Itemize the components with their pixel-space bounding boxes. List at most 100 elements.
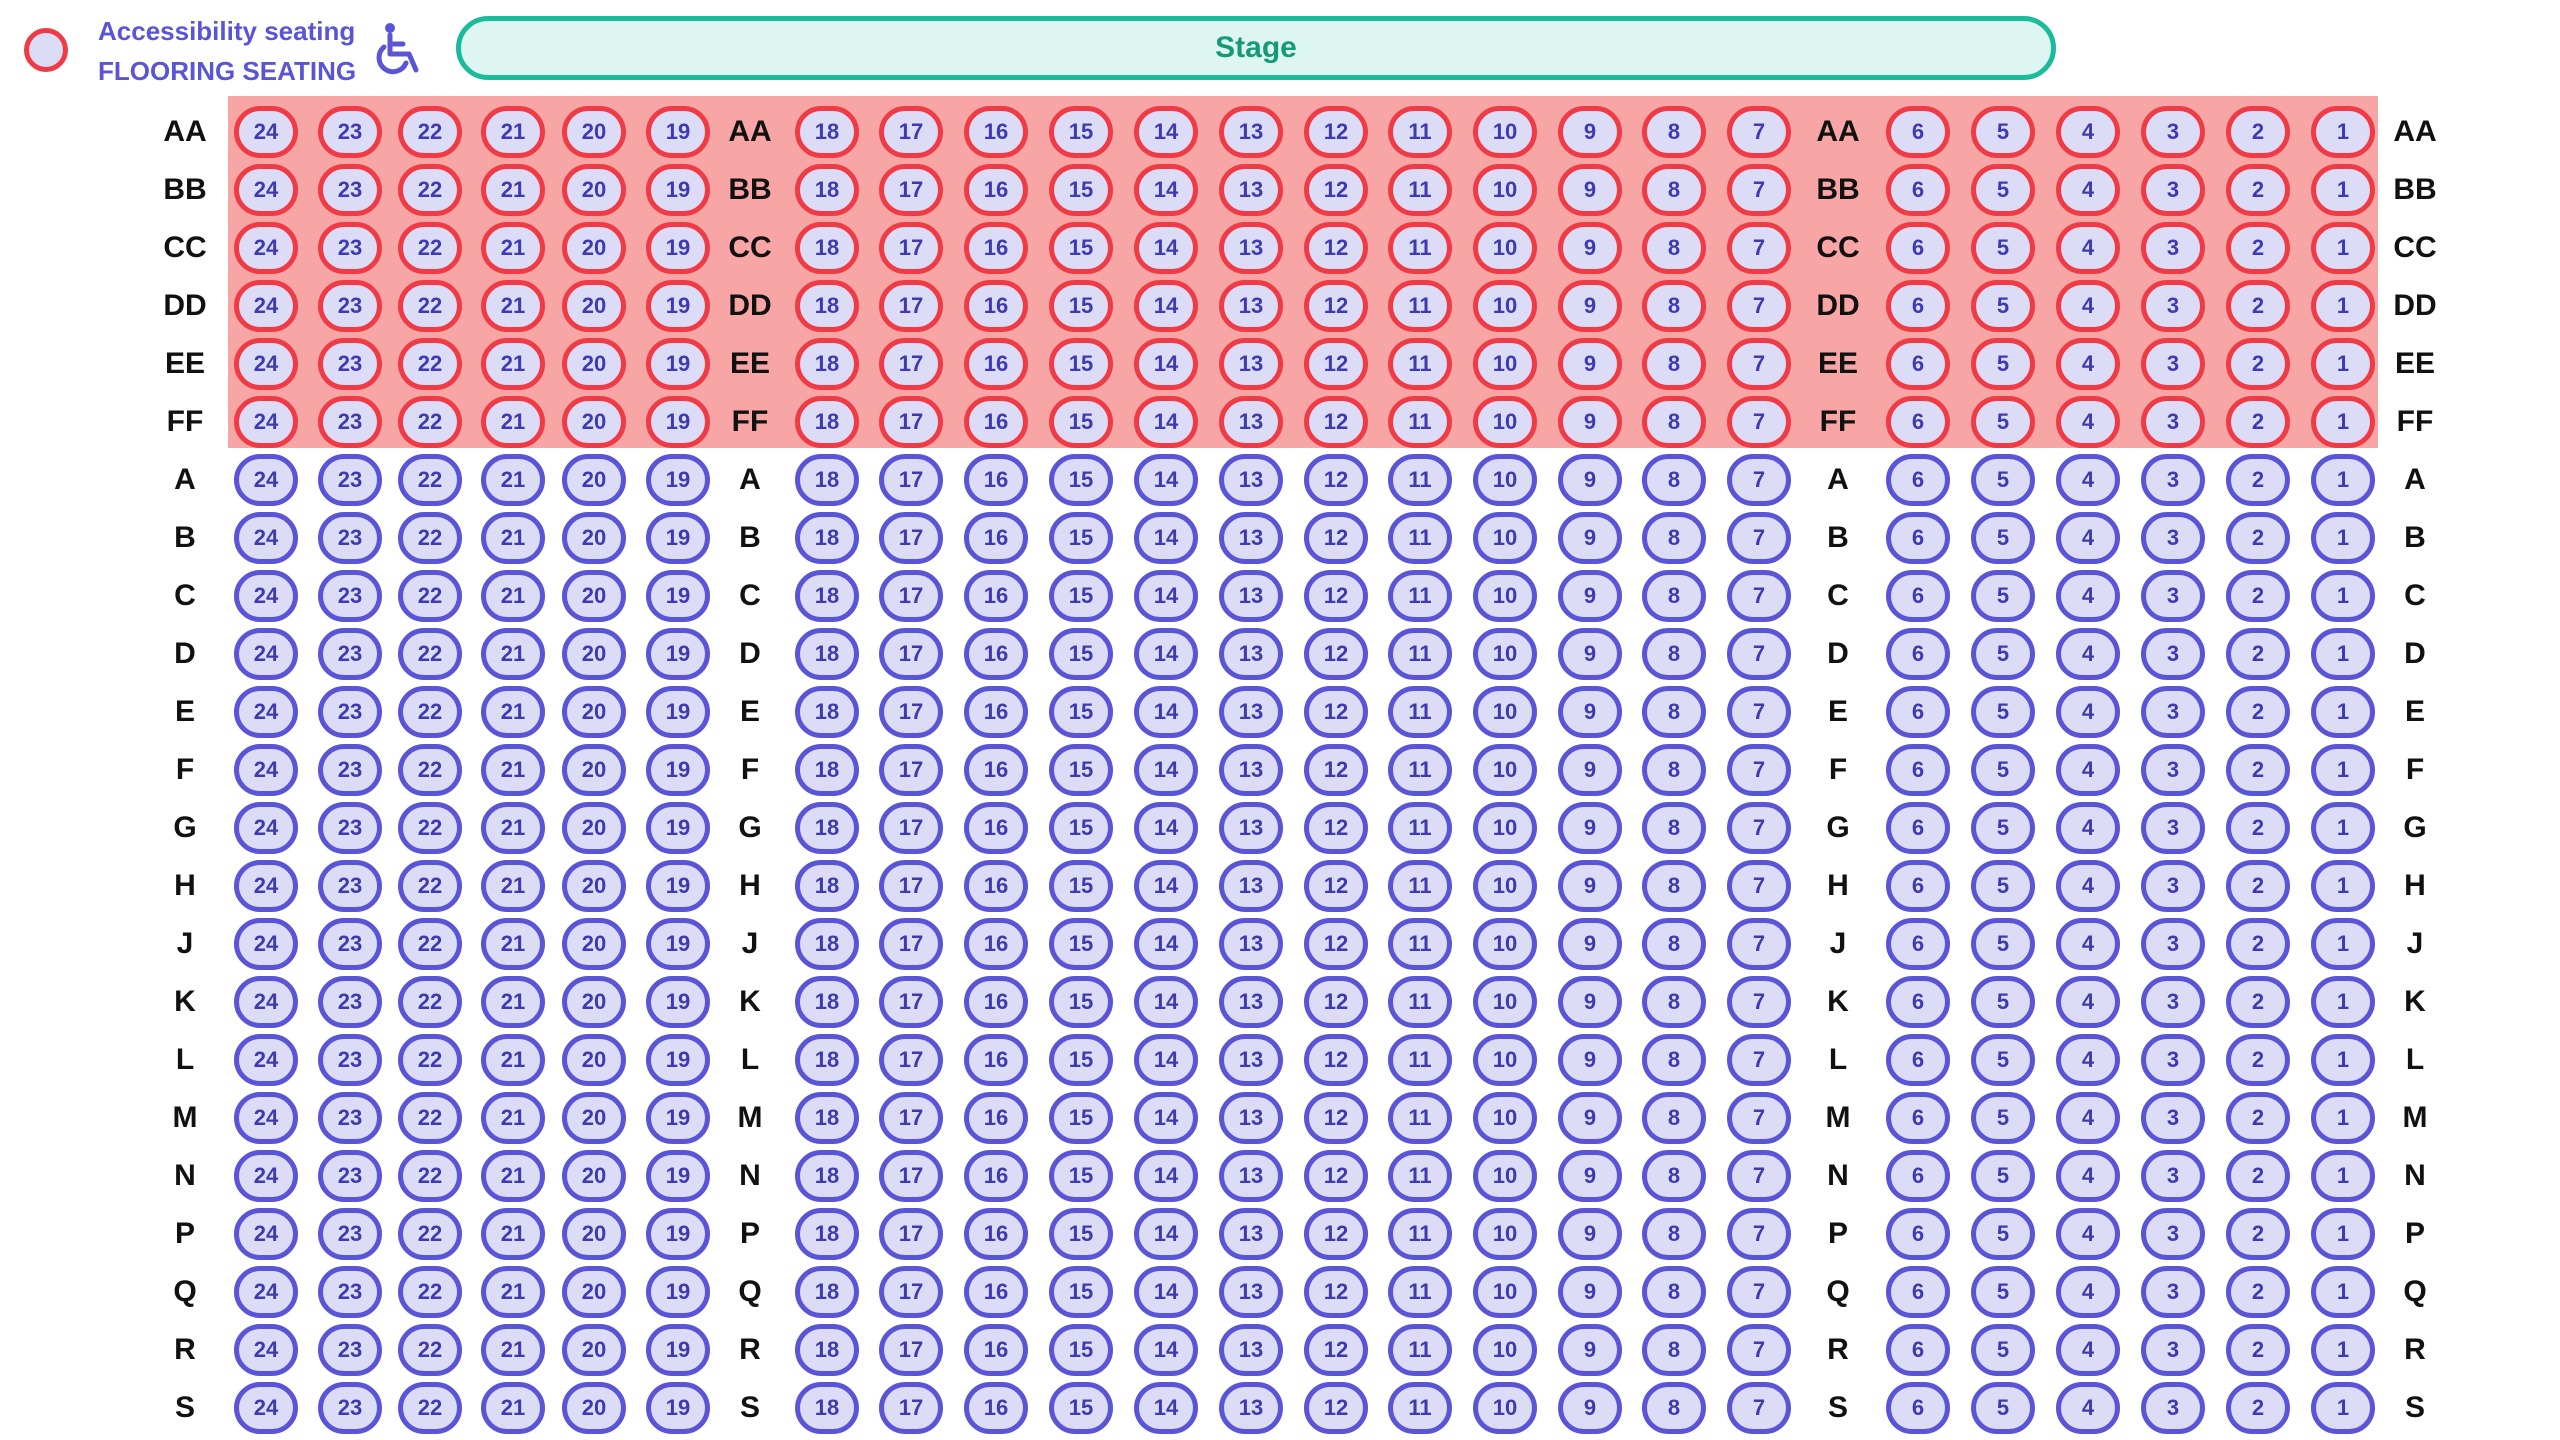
seat-c-5[interactable]: 5 <box>1971 570 2035 622</box>
seat-m-11[interactable]: 11 <box>1388 1092 1452 1144</box>
seat-m-18[interactable]: 18 <box>795 1092 859 1144</box>
seat-m-4[interactable]: 4 <box>2056 1092 2120 1144</box>
seat-a-21[interactable]: 21 <box>481 454 545 506</box>
seat-c-24[interactable]: 24 <box>234 570 298 622</box>
seat-bb-5[interactable]: 5 <box>1971 164 2035 216</box>
seat-a-9[interactable]: 9 <box>1558 454 1622 506</box>
seat-ff-16[interactable]: 16 <box>964 396 1028 448</box>
seat-a-17[interactable]: 17 <box>879 454 943 506</box>
seat-p-4[interactable]: 4 <box>2056 1208 2120 1260</box>
seat-ee-14[interactable]: 14 <box>1134 338 1198 390</box>
seat-r-17[interactable]: 17 <box>879 1324 943 1376</box>
seat-aa-2[interactable]: 2 <box>2226 106 2290 158</box>
seat-f-4[interactable]: 4 <box>2056 744 2120 796</box>
seat-a-11[interactable]: 11 <box>1388 454 1452 506</box>
seat-a-20[interactable]: 20 <box>562 454 626 506</box>
seat-m-24[interactable]: 24 <box>234 1092 298 1144</box>
seat-c-4[interactable]: 4 <box>2056 570 2120 622</box>
seat-ee-10[interactable]: 10 <box>1473 338 1537 390</box>
seat-r-15[interactable]: 15 <box>1049 1324 1113 1376</box>
seat-ee-18[interactable]: 18 <box>795 338 859 390</box>
seat-ff-8[interactable]: 8 <box>1642 396 1706 448</box>
seat-h-1[interactable]: 1 <box>2311 860 2375 912</box>
seat-dd-6[interactable]: 6 <box>1886 280 1950 332</box>
seat-j-3[interactable]: 3 <box>2141 918 2205 970</box>
seat-bb-16[interactable]: 16 <box>964 164 1028 216</box>
seat-b-19[interactable]: 19 <box>646 512 710 564</box>
seat-dd-24[interactable]: 24 <box>234 280 298 332</box>
seat-j-14[interactable]: 14 <box>1134 918 1198 970</box>
seat-dd-12[interactable]: 12 <box>1304 280 1368 332</box>
seat-ee-23[interactable]: 23 <box>318 338 382 390</box>
seat-h-24[interactable]: 24 <box>234 860 298 912</box>
seat-ee-13[interactable]: 13 <box>1219 338 1283 390</box>
seat-ff-21[interactable]: 21 <box>481 396 545 448</box>
seat-p-12[interactable]: 12 <box>1304 1208 1368 1260</box>
seat-s-21[interactable]: 21 <box>481 1382 545 1434</box>
seat-r-2[interactable]: 2 <box>2226 1324 2290 1376</box>
seat-cc-20[interactable]: 20 <box>562 222 626 274</box>
seat-j-20[interactable]: 20 <box>562 918 626 970</box>
seat-cc-13[interactable]: 13 <box>1219 222 1283 274</box>
seat-aa-9[interactable]: 9 <box>1558 106 1622 158</box>
seat-q-7[interactable]: 7 <box>1727 1266 1791 1318</box>
seat-h-21[interactable]: 21 <box>481 860 545 912</box>
seat-e-8[interactable]: 8 <box>1642 686 1706 738</box>
seat-ee-17[interactable]: 17 <box>879 338 943 390</box>
seat-g-9[interactable]: 9 <box>1558 802 1622 854</box>
seat-ee-2[interactable]: 2 <box>2226 338 2290 390</box>
seat-f-22[interactable]: 22 <box>398 744 462 796</box>
seat-d-15[interactable]: 15 <box>1049 628 1113 680</box>
seat-ff-22[interactable]: 22 <box>398 396 462 448</box>
seat-q-24[interactable]: 24 <box>234 1266 298 1318</box>
seat-bb-9[interactable]: 9 <box>1558 164 1622 216</box>
seat-ee-11[interactable]: 11 <box>1388 338 1452 390</box>
seat-n-13[interactable]: 13 <box>1219 1150 1283 1202</box>
seat-q-4[interactable]: 4 <box>2056 1266 2120 1318</box>
seat-s-4[interactable]: 4 <box>2056 1382 2120 1434</box>
seat-q-3[interactable]: 3 <box>2141 1266 2205 1318</box>
seat-cc-12[interactable]: 12 <box>1304 222 1368 274</box>
seat-g-4[interactable]: 4 <box>2056 802 2120 854</box>
seat-bb-21[interactable]: 21 <box>481 164 545 216</box>
seat-s-10[interactable]: 10 <box>1473 1382 1537 1434</box>
seat-e-4[interactable]: 4 <box>2056 686 2120 738</box>
seat-n-24[interactable]: 24 <box>234 1150 298 1202</box>
seat-aa-6[interactable]: 6 <box>1886 106 1950 158</box>
seat-bb-8[interactable]: 8 <box>1642 164 1706 216</box>
seat-h-15[interactable]: 15 <box>1049 860 1113 912</box>
seat-a-15[interactable]: 15 <box>1049 454 1113 506</box>
seat-f-17[interactable]: 17 <box>879 744 943 796</box>
seat-p-22[interactable]: 22 <box>398 1208 462 1260</box>
seat-m-16[interactable]: 16 <box>964 1092 1028 1144</box>
seat-d-8[interactable]: 8 <box>1642 628 1706 680</box>
seat-m-1[interactable]: 1 <box>2311 1092 2375 1144</box>
seat-e-3[interactable]: 3 <box>2141 686 2205 738</box>
seat-k-9[interactable]: 9 <box>1558 976 1622 1028</box>
seat-h-5[interactable]: 5 <box>1971 860 2035 912</box>
seat-s-8[interactable]: 8 <box>1642 1382 1706 1434</box>
seat-r-9[interactable]: 9 <box>1558 1324 1622 1376</box>
seat-l-19[interactable]: 19 <box>646 1034 710 1086</box>
seat-bb-3[interactable]: 3 <box>2141 164 2205 216</box>
seat-g-5[interactable]: 5 <box>1971 802 2035 854</box>
seat-n-11[interactable]: 11 <box>1388 1150 1452 1202</box>
seat-aa-17[interactable]: 17 <box>879 106 943 158</box>
seat-a-6[interactable]: 6 <box>1886 454 1950 506</box>
seat-e-6[interactable]: 6 <box>1886 686 1950 738</box>
seat-ff-3[interactable]: 3 <box>2141 396 2205 448</box>
seat-p-19[interactable]: 19 <box>646 1208 710 1260</box>
seat-k-13[interactable]: 13 <box>1219 976 1283 1028</box>
seat-e-2[interactable]: 2 <box>2226 686 2290 738</box>
seat-cc-16[interactable]: 16 <box>964 222 1028 274</box>
seat-m-7[interactable]: 7 <box>1727 1092 1791 1144</box>
seat-l-24[interactable]: 24 <box>234 1034 298 1086</box>
seat-ee-16[interactable]: 16 <box>964 338 1028 390</box>
seat-cc-8[interactable]: 8 <box>1642 222 1706 274</box>
seat-n-18[interactable]: 18 <box>795 1150 859 1202</box>
seat-a-5[interactable]: 5 <box>1971 454 2035 506</box>
seat-l-22[interactable]: 22 <box>398 1034 462 1086</box>
seat-n-20[interactable]: 20 <box>562 1150 626 1202</box>
seat-dd-15[interactable]: 15 <box>1049 280 1113 332</box>
seat-j-2[interactable]: 2 <box>2226 918 2290 970</box>
